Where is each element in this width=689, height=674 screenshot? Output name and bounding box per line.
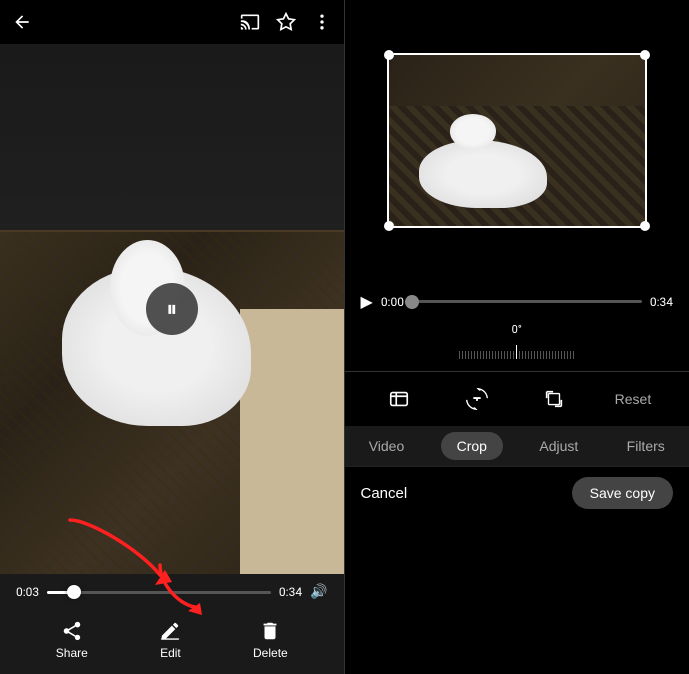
tick: [498, 351, 499, 359]
tick: [531, 351, 532, 359]
save-copy-button[interactable]: Save copy: [572, 477, 673, 509]
end-time: 0:34: [279, 585, 302, 599]
crop-preview: [345, 0, 689, 280]
tab-filters[interactable]: Filters: [615, 432, 677, 460]
tick: [510, 351, 511, 359]
tick: [534, 351, 535, 359]
tick: [474, 351, 475, 359]
tick: [483, 351, 484, 359]
free-crop-button[interactable]: [537, 382, 571, 416]
playback-start-time: 0:00: [381, 295, 404, 309]
tick: [543, 351, 544, 359]
tick: [549, 351, 550, 359]
start-time: 0:03: [16, 585, 39, 599]
tick: [501, 351, 502, 359]
tick: [519, 351, 520, 359]
play-pause-button[interactable]: ⏸: [146, 283, 198, 335]
tick: [480, 351, 481, 359]
tabs-row: Video Crop Adjust Filters: [345, 426, 689, 466]
tick: [546, 351, 547, 359]
delete-button[interactable]: Delete: [253, 620, 288, 660]
playback-end-time: 0:34: [650, 295, 673, 309]
cancel-button[interactable]: Cancel: [361, 485, 408, 502]
share-label: Share: [56, 646, 88, 660]
bottom-actions: Share Edit Delete: [0, 610, 344, 674]
tick: [468, 351, 469, 359]
left-panel: ⏸ 0:03 0:34 🔊 Share Edit Delete: [0, 0, 344, 674]
tick: [555, 351, 556, 359]
tick: [528, 351, 529, 359]
back-button[interactable]: [12, 12, 32, 32]
tick: [540, 351, 541, 359]
handle-top-left[interactable]: [384, 50, 394, 60]
tick: [492, 351, 493, 359]
more-button[interactable]: [312, 12, 332, 32]
tick: [486, 351, 487, 359]
tick: [573, 351, 574, 359]
tick: [561, 351, 562, 359]
video-player[interactable]: ⏸: [0, 44, 344, 574]
volume-icon[interactable]: 🔊: [310, 584, 327, 600]
ruler-ticks: [361, 339, 674, 359]
tick: [459, 351, 460, 359]
crop-dog-head: [450, 114, 496, 148]
tab-adjust[interactable]: Adjust: [527, 432, 590, 460]
edit-label: Edit: [160, 646, 181, 660]
handle-bottom-right[interactable]: [640, 221, 650, 231]
tick: [471, 351, 472, 359]
bottom-bar: Cancel Save copy: [345, 466, 689, 519]
play-icon[interactable]: ▶: [361, 292, 373, 311]
tick: [570, 351, 571, 359]
tick: [495, 351, 496, 359]
tick: [558, 351, 559, 359]
cast-button[interactable]: [240, 12, 260, 32]
right-controls: ▶ 0:00 0:34 0°: [345, 280, 689, 371]
handle-bottom-left[interactable]: [384, 221, 394, 231]
edit-button[interactable]: Edit: [159, 620, 181, 660]
tick: [477, 351, 478, 359]
reset-button[interactable]: Reset: [615, 391, 652, 407]
tick: [465, 351, 466, 359]
tick: [507, 351, 508, 359]
timeline-bar[interactable]: [47, 591, 271, 594]
left-top-bar: [0, 0, 344, 44]
star-button[interactable]: [276, 12, 296, 32]
crop-frame[interactable]: [387, 53, 647, 228]
crop-inner: [389, 55, 645, 226]
timeline-section: 0:03 0:34 🔊: [0, 574, 344, 610]
tick-major: [516, 345, 517, 359]
tab-video[interactable]: Video: [357, 432, 417, 460]
edit-tools-row: Reset: [345, 371, 689, 426]
floor: [240, 309, 343, 574]
rotate-ruler: 0°: [361, 319, 674, 363]
delete-label: Delete: [253, 646, 288, 660]
playback-row: ▶ 0:00 0:34: [361, 292, 674, 311]
timeline-thumb[interactable]: [67, 585, 81, 599]
share-button[interactable]: Share: [56, 620, 88, 660]
tick: [462, 351, 463, 359]
rotation-degrees: 0°: [361, 323, 674, 336]
tick: [489, 351, 490, 359]
tick: [567, 351, 568, 359]
right-timeline-bar[interactable]: [412, 300, 642, 303]
tab-crop[interactable]: Crop: [441, 432, 503, 460]
right-panel: ▶ 0:00 0:34 0°: [345, 0, 689, 674]
tick: [552, 351, 553, 359]
handle-top-right[interactable]: [640, 50, 650, 60]
timeline-row: 0:03 0:34 🔊: [16, 584, 328, 600]
top-icons: [240, 12, 332, 32]
tick: [522, 351, 523, 359]
right-timeline-thumb[interactable]: [405, 295, 419, 309]
tick: [537, 351, 538, 359]
tick: [564, 351, 565, 359]
tick: [525, 351, 526, 359]
tick: [504, 351, 505, 359]
aspect-ratio-button[interactable]: [382, 382, 416, 416]
rotate-button[interactable]: [460, 382, 494, 416]
tick: [513, 351, 514, 359]
